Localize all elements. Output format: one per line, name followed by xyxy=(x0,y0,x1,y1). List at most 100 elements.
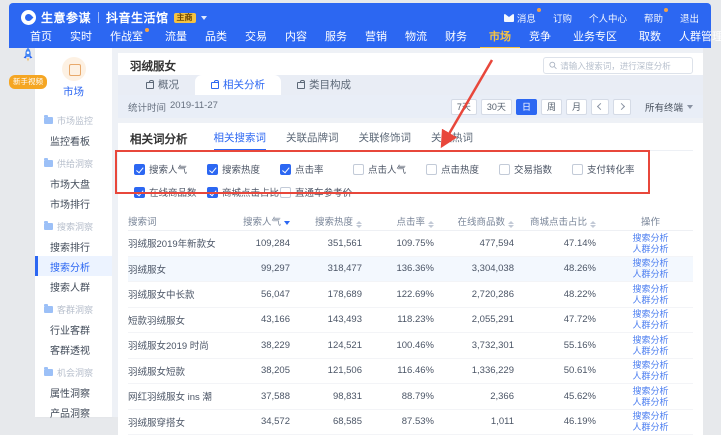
nav-item-market[interactable]: 市场 xyxy=(480,28,520,49)
tab-related-analysis[interactable]: 相关分析 xyxy=(195,75,281,95)
table-row[interactable]: 羽绒服穿搭女 34,572 68,585 87.53% 1,011 46.19%… xyxy=(128,410,693,435)
nav-item-content[interactable]: 内容 xyxy=(276,28,316,49)
col-click-rate[interactable]: 点击率 xyxy=(374,214,446,228)
help-link[interactable]: 帮助 xyxy=(644,11,663,25)
subscribe-link[interactable]: 订购 xyxy=(553,11,572,25)
table-row[interactable]: 羽绒服女2019 时尚 38,229 124,521 100.46% 3,732… xyxy=(128,333,693,359)
table-row[interactable]: 羽绒服2019年新款女 109,284 351,561 109.75% 477,… xyxy=(128,231,693,257)
search-analysis-link[interactable]: 搜索分析 xyxy=(632,258,668,268)
nav-item-traffic[interactable]: 流量 xyxy=(156,28,196,49)
next-date-button[interactable] xyxy=(613,99,631,115)
sidebar-item-customer-perspective[interactable]: 客群透视 xyxy=(35,339,112,359)
sidebar-item-market-overview[interactable]: 市场大盘 xyxy=(35,173,112,193)
audience-analysis-link[interactable]: 人群分析 xyxy=(632,244,668,254)
search-analysis-link[interactable]: 搜索分析 xyxy=(632,284,668,294)
audience-analysis-link[interactable]: 人群分析 xyxy=(632,295,668,305)
tab-related-brand-words[interactable]: 关联品牌词 xyxy=(286,127,339,151)
tab-category-composition[interactable]: 类目构成 xyxy=(281,75,367,95)
logout-link[interactable]: 退出 xyxy=(680,11,699,25)
checkbox-checked-icon[interactable] xyxy=(207,164,218,175)
col-search-popularity[interactable]: 搜索人气 xyxy=(240,214,302,228)
table-row[interactable]: 羽绒服女短款 38,205 121,506 116.46% 1,336,229 … xyxy=(128,359,693,385)
sidebar-item-search-analysis[interactable]: 搜索分析 xyxy=(35,256,112,276)
metric-online-products[interactable]: 在线商品数 xyxy=(134,185,207,199)
checkbox-checked-icon[interactable] xyxy=(207,187,218,198)
chevron-down-icon[interactable] xyxy=(201,16,207,20)
sidebar-item-market-ranking[interactable]: 市场排行 xyxy=(35,193,112,213)
metric-trade-index[interactable]: 交易指数 xyxy=(499,162,572,176)
audience-analysis-link[interactable]: 人群分析 xyxy=(632,371,668,381)
nav-item-data-extract[interactable]: 取数 xyxy=(630,28,670,49)
checkbox-checked-icon[interactable] xyxy=(134,164,145,175)
search-analysis-link[interactable]: 搜索分析 xyxy=(632,309,668,319)
audience-analysis-link[interactable]: 人群分析 xyxy=(632,422,668,432)
search-analysis-link[interactable]: 搜索分析 xyxy=(632,335,668,345)
tab-related-hot-words[interactable]: 关联热词 xyxy=(431,127,473,151)
tab-related-modifier-words[interactable]: 关联修饰词 xyxy=(359,127,412,151)
sidebar-item-attribute-insight[interactable]: 属性洞察 xyxy=(35,382,112,402)
nav-item-marketing[interactable]: 营销 xyxy=(356,28,396,49)
table-row[interactable]: 短款羽绒服女 43,166 143,493 118.23% 2,055,291 … xyxy=(128,308,693,334)
nav-item-war-room[interactable]: 作战室 xyxy=(101,28,152,49)
search-analysis-link[interactable]: 搜索分析 xyxy=(632,233,668,243)
metric-ztc-reference-price[interactable]: 直通车参考价 xyxy=(280,185,353,199)
metric-cell: 3,304,038 xyxy=(446,263,526,274)
period-week-button[interactable]: 周 xyxy=(541,99,562,115)
audience-analysis-link[interactable]: 人群分析 xyxy=(632,269,668,279)
checkbox-icon[interactable] xyxy=(280,187,291,198)
period-7d-button[interactable]: 7天 xyxy=(451,99,477,115)
tab-overview[interactable]: 概况 xyxy=(130,75,195,95)
col-search-heat[interactable]: 搜索热度 xyxy=(302,214,374,228)
nav-item-logistics[interactable]: 物流 xyxy=(396,28,436,49)
checkbox-icon[interactable] xyxy=(353,164,364,175)
period-month-button[interactable]: 月 xyxy=(566,99,587,115)
search-analysis-link[interactable]: 搜索分析 xyxy=(632,411,668,421)
messages-link[interactable]: 消息 xyxy=(504,11,536,25)
sidebar-item-industry-customer[interactable]: 行业客群 xyxy=(35,319,112,339)
checkbox-checked-icon[interactable] xyxy=(280,164,291,175)
metric-click-rate[interactable]: 点击率 xyxy=(280,162,353,176)
tab-related-search-words[interactable]: 相关搜索词 xyxy=(214,127,267,151)
sidebar-item-product-insight[interactable]: 产品洞察 xyxy=(35,402,112,422)
sidebar-item-search-audience[interactable]: 搜索人群 xyxy=(35,276,112,296)
keyword-search-box[interactable] xyxy=(543,57,693,74)
nav-item-service[interactable]: 服务 xyxy=(316,28,356,49)
checkbox-icon[interactable] xyxy=(572,164,583,175)
metric-click-heat[interactable]: 点击热度 xyxy=(426,162,499,176)
col-mall-click-share[interactable]: 商城点击占比 xyxy=(526,214,608,228)
table-row[interactable]: 网红羽绒服女 ins 潮 37,588 98,831 88.79% 2,366 … xyxy=(128,384,693,410)
nav-item-competition[interactable]: 竞争 xyxy=(520,28,560,49)
metric-cell: 109.75% xyxy=(374,238,446,249)
period-30d-button[interactable]: 30天 xyxy=(481,99,512,115)
audience-analysis-link[interactable]: 人群分析 xyxy=(632,397,668,407)
checkbox-checked-icon[interactable] xyxy=(134,187,145,198)
nav-item-category[interactable]: 品类 xyxy=(196,28,236,49)
nav-item-business-zone[interactable]: 业务专区 xyxy=(564,28,626,49)
metric-click-popularity[interactable]: 点击人气 xyxy=(353,162,426,176)
audience-analysis-link[interactable]: 人群分析 xyxy=(632,346,668,356)
prev-date-button[interactable] xyxy=(591,99,609,115)
account-center-link[interactable]: 个人中心 xyxy=(589,11,627,25)
sidebar-item-monitor-board[interactable]: 监控看板 xyxy=(35,130,112,150)
nav-item-trade[interactable]: 交易 xyxy=(236,28,276,49)
nav-item-finance[interactable]: 财务 xyxy=(436,28,476,49)
col-online-products[interactable]: 在线商品数 xyxy=(446,214,526,228)
terminal-dropdown[interactable]: 所有终端 xyxy=(645,100,693,114)
search-analysis-link[interactable]: 搜索分析 xyxy=(632,386,668,396)
period-day-button[interactable]: 日 xyxy=(516,99,537,115)
checkbox-icon[interactable] xyxy=(499,164,510,175)
metric-mall-click-share[interactable]: 商城点击占比 xyxy=(207,185,280,199)
sidebar-item-search-ranking[interactable]: 搜索排行 xyxy=(35,236,112,256)
nav-item-audience-mgmt[interactable]: 人群管理 xyxy=(670,28,721,49)
nav-item-realtime[interactable]: 实时 xyxy=(61,28,101,49)
table-row[interactable]: 羽绒服女 99,297 318,477 136.36% 3,304,038 48… xyxy=(128,257,693,283)
search-input[interactable] xyxy=(560,61,687,71)
table-row[interactable]: 羽绒服女中长款 56,047 178,689 122.69% 2,720,286… xyxy=(128,282,693,308)
metric-pay-conversion[interactable]: 支付转化率 xyxy=(572,162,645,176)
audience-analysis-link[interactable]: 人群分析 xyxy=(632,320,668,330)
checkbox-icon[interactable] xyxy=(426,164,437,175)
metric-search-heat[interactable]: 搜索热度 xyxy=(207,162,280,176)
helper-widget[interactable]: 新手视频 xyxy=(5,46,51,89)
search-analysis-link[interactable]: 搜索分析 xyxy=(632,360,668,370)
metric-search-popularity[interactable]: 搜索人气 xyxy=(134,162,207,176)
